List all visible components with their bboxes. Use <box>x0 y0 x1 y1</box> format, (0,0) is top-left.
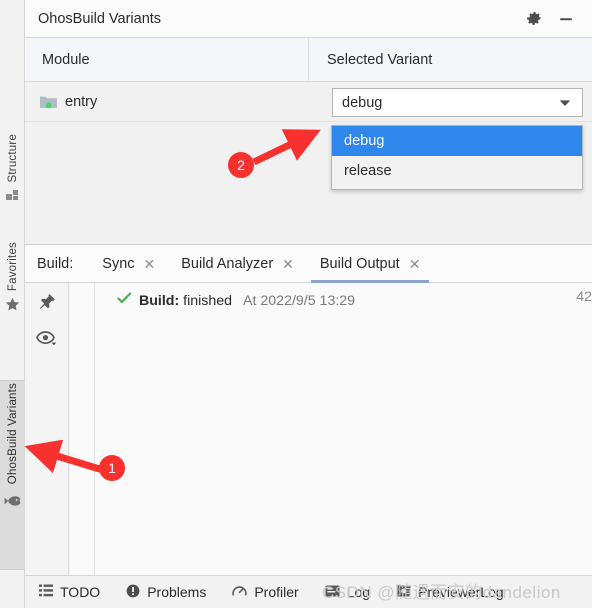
close-icon[interactable]: ✕ <box>409 257 421 271</box>
status-item-problems[interactable]: Problems <box>126 584 206 601</box>
build-status-line[interactable]: Build: finished At 2022/9/5 13:29 <box>95 289 592 313</box>
status-item-log[interactable]: Log <box>325 584 370 601</box>
tab-label: Build Analyzer <box>181 255 274 272</box>
close-icon[interactable]: ✕ <box>144 257 156 271</box>
variant-select[interactable]: debug <box>332 88 583 117</box>
left-tool-strip: Structure Favorites OhosBuild Variants <box>0 0 25 608</box>
status-item-label: PreviewerLog <box>418 584 504 600</box>
minimize-icon[interactable] <box>557 10 575 28</box>
dropdown-option-debug[interactable]: debug <box>332 126 582 156</box>
status-item-previewerlog[interactable]: PreviewerLog <box>396 584 504 601</box>
structure-icon <box>5 188 20 207</box>
build-duration: 42 <box>576 289 592 305</box>
build-tab-bar: Build: Sync ✕ Build Analyzer ✕ Build Out… <box>25 245 592 283</box>
build-window-label: Build: <box>37 255 74 272</box>
tab-build-output[interactable]: Build Output ✕ <box>307 245 434 283</box>
variant-select-value: debug <box>342 94 383 111</box>
status-item-label: Log <box>346 584 371 600</box>
build-gutter-toolbar <box>25 283 69 576</box>
status-item-label: Profiler <box>254 584 299 600</box>
build-timestamp: At 2022/9/5 13:29 <box>243 293 356 309</box>
table-row[interactable]: entry debug <box>25 82 592 122</box>
log-icon <box>325 584 340 601</box>
build-tree-column <box>70 283 95 576</box>
ohosbuild-variants-panel: OhosBuild Variants Module Selected Varia… <box>25 0 592 608</box>
tab-label: Build Output <box>319 255 400 272</box>
chevron-down-icon <box>559 94 571 112</box>
variants-table-header: Module Selected Variant <box>25 37 592 82</box>
module-cell: entry <box>25 82 309 122</box>
dropdown-option-release[interactable]: release <box>332 156 582 186</box>
page-title: OhosBuild Variants <box>38 10 162 27</box>
build-tool-window: Build: Sync ✕ Build Analyzer ✕ Build Out… <box>25 244 592 576</box>
previewer-icon <box>396 584 411 601</box>
eye-icon[interactable] <box>35 329 58 352</box>
status-item-label: TODO <box>60 584 101 600</box>
sidebar-item-favorites[interactable]: Favorites <box>0 240 25 345</box>
column-header-selected-variant[interactable]: Selected Variant <box>309 38 592 82</box>
close-icon[interactable]: ✕ <box>282 257 294 271</box>
column-header-module[interactable]: Module <box>25 37 309 82</box>
tab-build-analyzer[interactable]: Build Analyzer ✕ <box>168 245 307 283</box>
tab-label: Sync <box>102 255 135 272</box>
build-status-prefix: Build: <box>139 293 180 309</box>
module-name: entry <box>65 93 98 110</box>
status-item-todo[interactable]: TODO <box>39 584 100 600</box>
variant-dropdown-list[interactable]: debug release <box>331 125 583 190</box>
panel-titlebar: OhosBuild Variants <box>25 0 592 38</box>
sidebar-item-structure[interactable]: Structure <box>0 132 25 232</box>
star-icon <box>5 297 20 317</box>
variants-table-body: entry debug debug release <box>25 82 592 244</box>
deveco-studio-window: Structure Favorites OhosBuild Variants O… <box>0 0 592 608</box>
pin-icon[interactable] <box>37 292 57 317</box>
folder-icon <box>40 95 57 109</box>
green-check-icon <box>117 291 132 311</box>
gauge-icon <box>232 584 248 601</box>
fish-icon <box>4 494 21 513</box>
status-item-label: Problems <box>147 584 207 600</box>
build-output-content: Build: finished At 2022/9/5 13:29 42 <box>95 283 592 576</box>
build-status-result: finished <box>183 293 233 309</box>
sidebar-item-label: OhosBuild Variants <box>6 383 19 485</box>
tab-sync[interactable]: Sync ✕ <box>89 245 168 283</box>
build-status-text: Build: finished <box>139 293 232 309</box>
list-icon <box>39 584 53 600</box>
sidebar-item-label: Structure <box>6 134 19 183</box>
sidebar-item-label: Favorites <box>6 242 19 292</box>
status-item-profiler[interactable]: Profiler <box>232 584 299 601</box>
warning-icon <box>126 584 140 601</box>
status-bar: TODO Problems Profiler Log PreviewerLog <box>25 575 592 608</box>
sidebar-item-ohosbuild-variants[interactable]: OhosBuild Variants <box>0 380 25 570</box>
titlebar-actions <box>525 10 592 28</box>
gear-icon[interactable] <box>525 10 543 28</box>
